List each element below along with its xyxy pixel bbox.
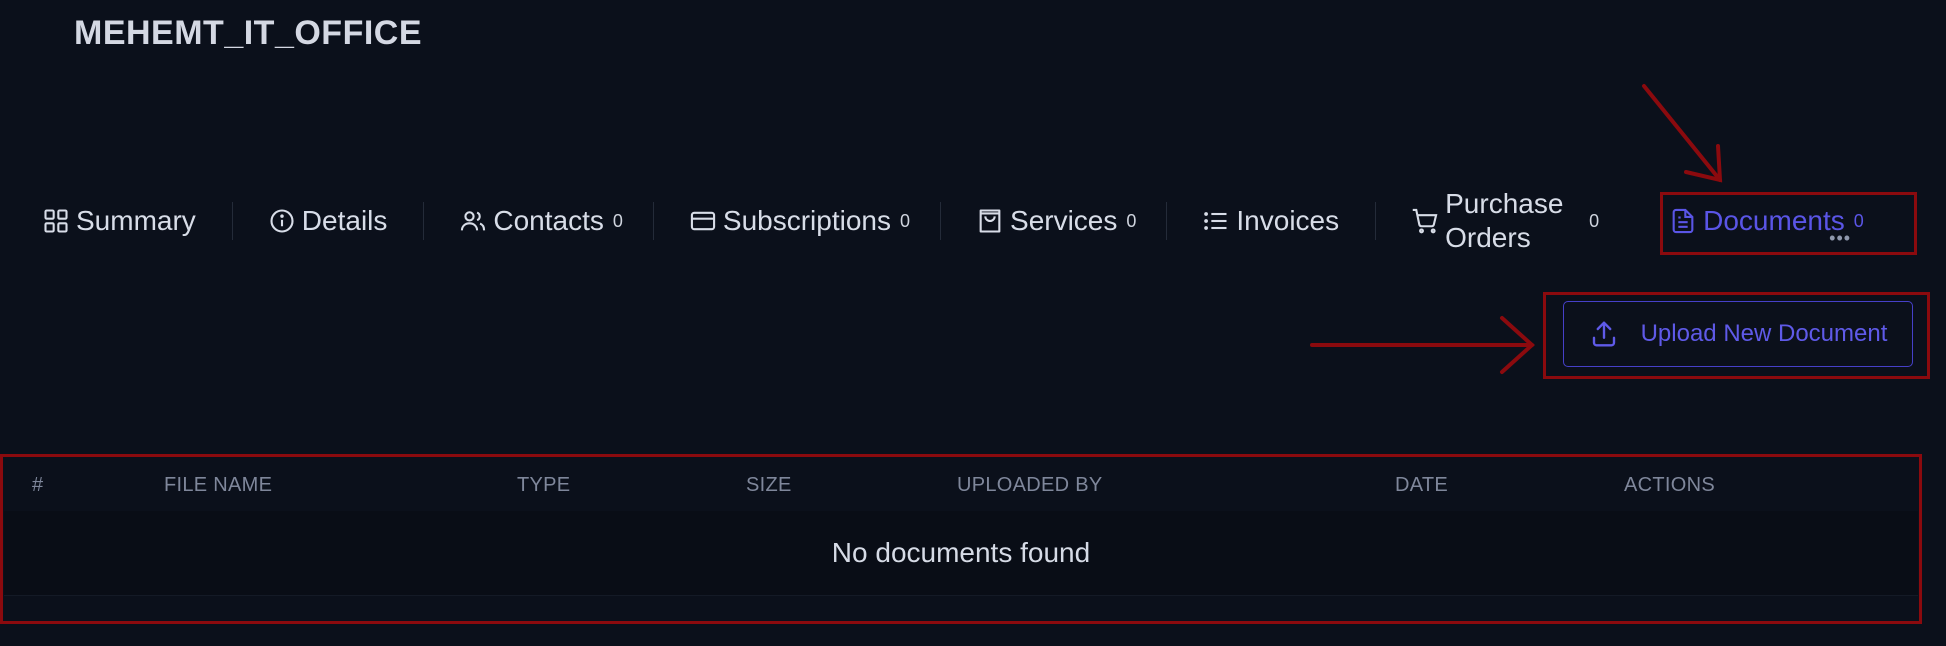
table-empty-row: No documents found (4, 511, 1918, 596)
tab-label: Details (301, 205, 388, 236)
tab-subscriptions[interactable]: Subscriptions 0 (652, 180, 940, 262)
column-header-size[interactable]: SIZE (746, 474, 792, 497)
grid-icon (42, 207, 70, 235)
tab-invoices[interactable]: Invoices (1166, 180, 1375, 262)
upload-button-label: Upload New Document (1640, 320, 1888, 347)
tab-label: Subscriptions (722, 205, 891, 236)
annotation-arrowhead-documents (1684, 144, 1723, 183)
upload-icon (1589, 319, 1641, 349)
tab-label: Services (1010, 205, 1118, 236)
column-header-date[interactable]: DATE (1395, 474, 1448, 497)
column-header-actions: ACTIONS (1624, 474, 1715, 496)
tab-label: Purchase Orders (1445, 188, 1564, 253)
info-icon (268, 207, 296, 235)
tab-label: Invoices (1236, 205, 1340, 236)
column-header-type[interactable]: TYPE (517, 474, 570, 497)
page-title: MEHEMT_IT_OFFICE (74, 14, 423, 52)
column-header-file-name[interactable]: FILE NAME (164, 474, 272, 497)
tab-contacts[interactable]: Contacts 0 (423, 180, 653, 262)
empty-state-message: No documents found (831, 537, 1091, 568)
tab-summary[interactable]: Summary (30, 180, 232, 262)
cart-icon (1411, 207, 1439, 235)
column-header-uploaded-by[interactable]: UPLOADED BY (957, 474, 1103, 497)
tab-bar: Summary Details Contacts 0 Subscriptions… (30, 180, 1946, 262)
tab-count-badge: 0 (900, 210, 911, 231)
tab-services[interactable]: Services 0 (940, 180, 1166, 262)
tab-count-badge: 0 (1589, 210, 1600, 231)
upload-new-document-button[interactable]: Upload New Document (1563, 301, 1913, 367)
tab-purchase-orders[interactable]: Purchase Orders 0 (1375, 180, 1629, 262)
users-icon (459, 207, 487, 235)
tab-count-badge: 0 (1126, 210, 1137, 231)
shopping-bag-icon (976, 207, 1004, 235)
credit-card-icon (689, 207, 717, 235)
tab-label: Contacts (493, 205, 604, 236)
table-header-row: # FILE NAME TYPE SIZE UPLOADED BY DATE A… (4, 458, 1918, 512)
annotation-arrowhead-upload (1500, 316, 1535, 374)
annotation-box-documents-tab (1660, 192, 1917, 255)
documents-table: # FILE NAME TYPE SIZE UPLOADED BY DATE A… (4, 458, 1918, 596)
list-icon (1202, 207, 1230, 235)
column-header-number: # (32, 474, 44, 496)
tab-label: Summary (76, 205, 196, 236)
tab-count-badge: 0 (612, 210, 623, 231)
tab-details[interactable]: Details (231, 180, 424, 262)
annotation-arrow-documents (1642, 84, 1722, 182)
